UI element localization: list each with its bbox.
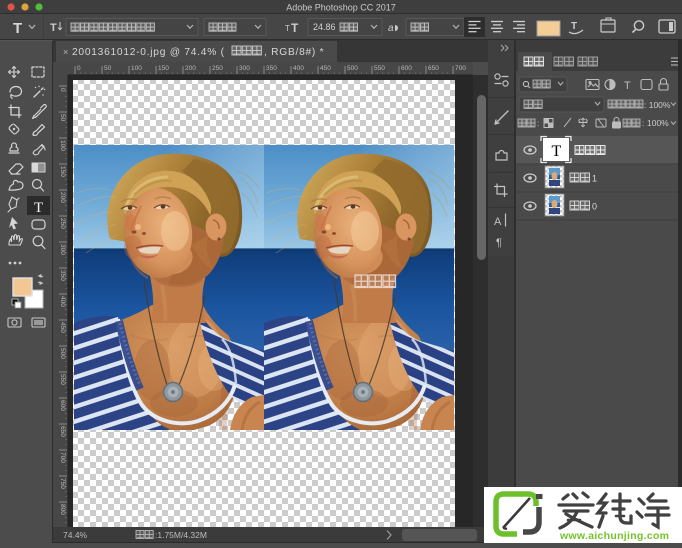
svg-text:74.4%: 74.4%: [63, 530, 88, 540]
svg-text:400: 400: [293, 65, 304, 72]
svg-text:650: 650: [59, 426, 66, 437]
svg-text:T: T: [50, 22, 57, 34]
svg-text:200: 200: [185, 65, 196, 72]
svg-text:300: 300: [239, 65, 250, 72]
svg-text:a: a: [388, 23, 394, 34]
svg-text:350: 350: [59, 270, 66, 281]
svg-text:500: 500: [59, 348, 66, 359]
svg-text:700: 700: [455, 65, 466, 72]
svg-text:0: 0: [77, 65, 81, 72]
svg-text:350: 350: [266, 65, 277, 72]
svg-text:50: 50: [59, 114, 66, 122]
svg-text:0: 0: [592, 202, 597, 212]
svg-text:50: 50: [104, 65, 112, 72]
svg-text:650: 650: [428, 65, 439, 72]
svg-text:600: 600: [59, 400, 66, 411]
svg-text:T: T: [624, 80, 631, 92]
svg-text:150: 150: [158, 65, 169, 72]
svg-text:100%: 100%: [647, 118, 669, 128]
svg-text:700: 700: [59, 452, 66, 463]
svg-text:, RGB/8#) *: , RGB/8#) *: [264, 47, 324, 58]
svg-text:750: 750: [59, 478, 66, 489]
svg-text:2001361012-0.jpg @ 74.4% (: 2001361012-0.jpg @ 74.4% (: [72, 47, 225, 58]
svg-text:www.aichunjing.com: www.aichunjing.com: [559, 530, 669, 542]
svg-text::: :: [537, 119, 539, 128]
svg-text:800: 800: [59, 504, 66, 515]
svg-text:450: 450: [59, 322, 66, 333]
svg-text:T: T: [13, 20, 22, 37]
svg-text:1: 1: [592, 174, 597, 184]
svg-text:100: 100: [59, 140, 66, 151]
svg-text:T: T: [552, 143, 562, 160]
svg-text::: :: [642, 119, 644, 128]
svg-text:150: 150: [59, 166, 66, 177]
svg-text:Adobe Photoshop CC 2017: Adobe Photoshop CC 2017: [286, 3, 396, 13]
svg-text:300: 300: [59, 244, 66, 255]
svg-text:400: 400: [59, 296, 66, 307]
svg-text:450: 450: [320, 65, 331, 72]
svg-text:250: 250: [212, 65, 223, 72]
svg-text:T: T: [34, 200, 43, 216]
svg-text:T: T: [571, 21, 577, 32]
svg-text:¶: ¶: [496, 237, 502, 249]
svg-text:100: 100: [131, 65, 142, 72]
svg-text:×: ×: [63, 47, 68, 57]
svg-text:600: 600: [401, 65, 412, 72]
svg-text:250: 250: [59, 218, 66, 229]
svg-text:: 100%: : 100%: [644, 100, 671, 110]
svg-text:T: T: [285, 24, 290, 33]
svg-text:550: 550: [59, 374, 66, 385]
svg-text:T: T: [291, 21, 299, 35]
svg-text:A: A: [494, 216, 502, 228]
svg-text:0: 0: [59, 88, 66, 92]
svg-text:24.86: 24.86: [313, 22, 336, 32]
svg-text::1.75M/4.32M: :1.75M/4.32M: [155, 530, 207, 540]
svg-text:500: 500: [347, 65, 358, 72]
svg-text:550: 550: [374, 65, 385, 72]
svg-text:200: 200: [59, 192, 66, 203]
